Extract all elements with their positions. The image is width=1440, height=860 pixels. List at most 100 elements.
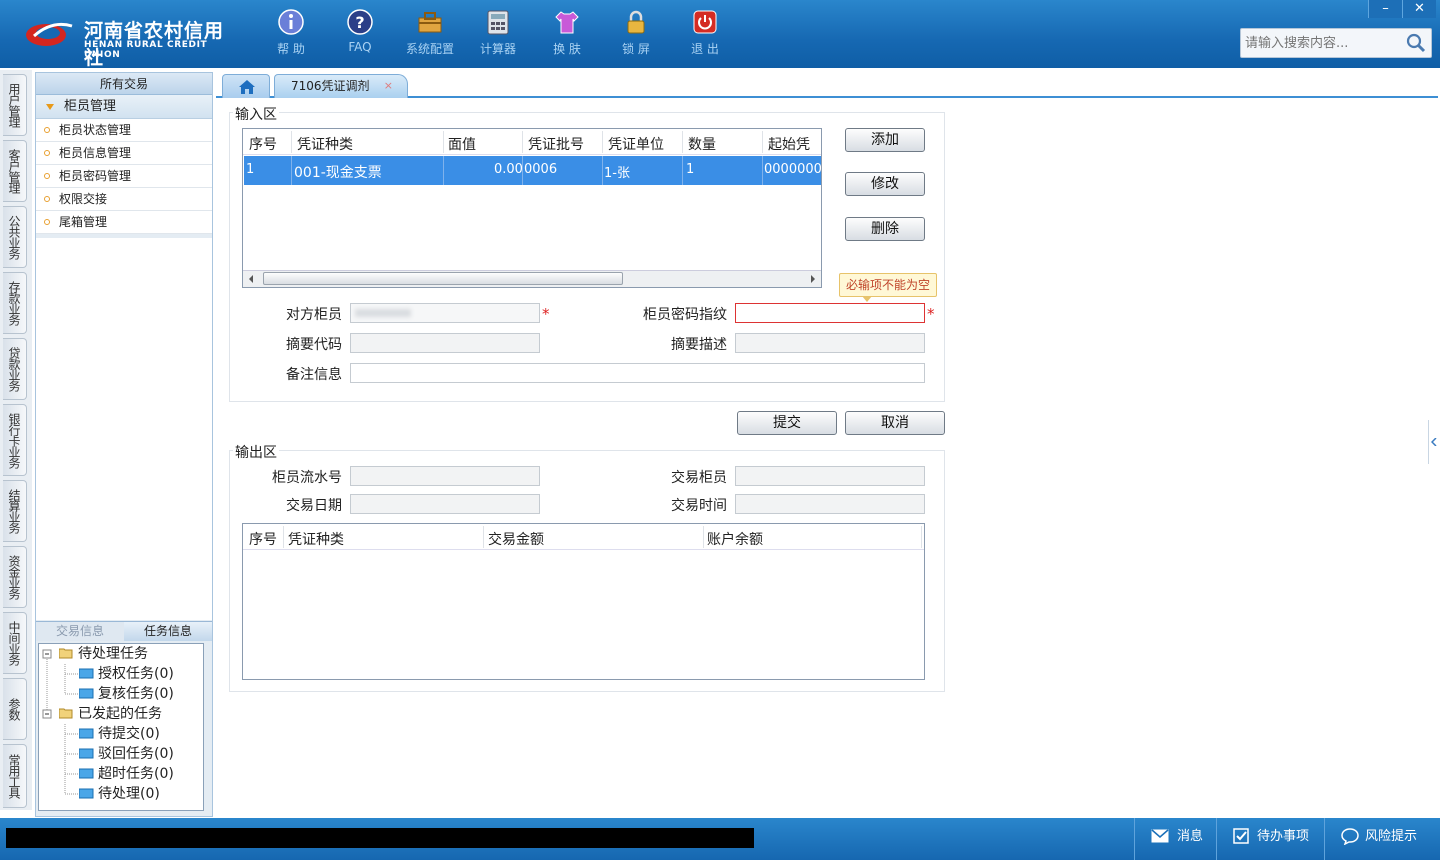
validation-tooltip: 必输项不能为空	[839, 273, 937, 302]
info-tabs: 交易信息 任务信息	[36, 621, 212, 641]
col-voucher-type: 凭证种类	[297, 137, 353, 153]
bullet-icon	[44, 150, 50, 156]
chat-bubble-icon	[1341, 828, 1359, 845]
folder-icon	[79, 728, 94, 739]
nav-item-tail-box[interactable]: 尾箱管理	[36, 211, 212, 234]
vtab-customer-mgmt[interactable]: 客户管理	[3, 140, 27, 202]
help-button[interactable]: 帮 助	[260, 8, 322, 60]
exit-button[interactable]: 退 出	[674, 8, 736, 60]
nav-item-teller-password[interactable]: 柜员密码管理	[36, 165, 212, 188]
tree-node-pending[interactable]: 待处理任务	[59, 644, 148, 664]
task-tree: 待处理任务 授权任务(0) 复核任务(0) 已发起的任务 待提交(0) 驳回任务…	[38, 643, 204, 811]
vtab-common-tools[interactable]: 常用工具	[3, 744, 27, 808]
teller-password-field[interactable]	[735, 303, 925, 323]
summary-desc-field[interactable]	[735, 333, 925, 353]
document-tabs: 7106凭证调剂 ×	[216, 72, 1438, 98]
teller-serial-label: 柜员流水号	[272, 470, 342, 486]
summary-desc-label: 摘要描述	[671, 337, 727, 353]
tree-node-auth-tasks[interactable]: 授权任务(0)	[79, 664, 174, 684]
tab-transaction-info[interactable]: 交易信息	[36, 622, 124, 641]
group-teller-mgmt[interactable]: 柜员管理	[36, 95, 212, 119]
tree-node-to-process[interactable]: 待处理(0)	[79, 784, 160, 804]
info-icon	[278, 9, 304, 35]
scroll-thumb[interactable]	[263, 272, 623, 285]
remark-field[interactable]	[350, 363, 925, 383]
grid-header: 序号 凭证种类 面值 凭证批号 凭证单位 数量 起始凭证	[243, 129, 821, 173]
nav-item-permission-handover[interactable]: 权限交接	[36, 188, 212, 211]
bullet-icon	[44, 173, 50, 179]
vtab-public-business[interactable]: 公共业务	[3, 206, 27, 268]
scroll-right-icon[interactable]	[809, 274, 817, 284]
right-panel-handle[interactable]	[1428, 420, 1438, 464]
folder-icon	[79, 768, 94, 779]
trade-date-field	[350, 494, 540, 514]
trade-teller-label: 交易柜员	[671, 470, 727, 486]
required-mark: *	[542, 305, 550, 323]
messages-button[interactable]: 消息	[1134, 818, 1216, 860]
faq-button[interactable]: ? FAQ	[329, 8, 391, 60]
cancel-button[interactable]: 取消	[845, 411, 945, 435]
search-icon[interactable]	[1405, 32, 1427, 54]
out-col-balance: 账户余额	[707, 532, 763, 548]
tree-node-rejected[interactable]: 驳回任务(0)	[79, 744, 174, 764]
summary-code-field[interactable]	[350, 333, 540, 353]
edit-button[interactable]: 修改	[845, 172, 925, 196]
tree-node-to-submit[interactable]: 待提交(0)	[79, 724, 160, 744]
col-seq: 序号	[249, 137, 277, 153]
expand-arrow-icon	[46, 104, 54, 110]
tree-node-review-tasks[interactable]: 复核任务(0)	[79, 684, 174, 704]
search-input[interactable]	[1241, 29, 1401, 57]
peer-teller-field[interactable]	[350, 303, 540, 323]
horizontal-scrollbar[interactable]	[243, 270, 821, 287]
home-icon	[239, 80, 255, 94]
tab-home[interactable]	[222, 74, 270, 98]
logo-subtitle: HENAN RURAL CREDIT UNION	[84, 40, 208, 60]
vtab-params[interactable]: 参数	[3, 678, 27, 740]
remark-label: 备注信息	[286, 367, 342, 383]
vtab-loan[interactable]: 贷款业务	[3, 338, 27, 400]
all-transactions-title: 所有交易	[36, 73, 212, 95]
calculator-button[interactable]: 计算器	[467, 8, 529, 60]
lock-screen-button[interactable]: 锁 屏	[605, 8, 667, 60]
change-skin-button[interactable]: 换 肤	[536, 8, 598, 60]
tab-close-icon[interactable]: ×	[384, 75, 393, 97]
vtab-bank-card[interactable]: 银行卡业务	[3, 404, 27, 476]
add-button[interactable]: 添加	[845, 128, 925, 152]
minimize-button[interactable]: –	[1368, 0, 1402, 18]
vtab-intermediary[interactable]: 中间业务	[3, 612, 27, 674]
output-grid-header: 序号 凭证种类 交易金额 账户余额	[243, 524, 924, 550]
vtab-settlement[interactable]: 结算业务	[3, 480, 27, 542]
teller-serial-field	[350, 466, 540, 486]
status-bar: 消息 待办事项 风险提示	[0, 818, 1440, 860]
delete-button[interactable]: 删除	[845, 217, 925, 241]
tab-task-info[interactable]: 任务信息	[124, 622, 212, 641]
teller-password-label: 柜员密码指纹	[643, 307, 727, 323]
close-window-button[interactable]: ✕	[1402, 0, 1436, 18]
vtab-funds[interactable]: 资金业务	[3, 546, 27, 608]
folder-open-icon	[59, 708, 73, 719]
table-row[interactable]: 1 001-现金支票 0.00 0006 1-张 1 00000000	[244, 156, 821, 185]
trade-time-label: 交易时间	[671, 498, 727, 514]
svg-text:?: ?	[355, 13, 364, 32]
required-mark: *	[927, 305, 935, 323]
scroll-left-icon[interactable]	[247, 274, 255, 284]
tree-node-initiated[interactable]: 已发起的任务	[59, 704, 162, 724]
left-nav-panel: 所有交易 柜员管理 柜员状态管理 柜员信息管理 柜员密码管理 权限交接 尾箱管理…	[35, 72, 213, 817]
lock-icon	[627, 10, 645, 34]
folder-icon	[79, 668, 94, 679]
risk-alert-button[interactable]: 风险提示	[1324, 818, 1440, 860]
vtab-user-mgmt[interactable]: 用户管理	[3, 74, 27, 136]
nav-item-teller-status[interactable]: 柜员状态管理	[36, 119, 212, 142]
tab-voucher-adjust[interactable]: 7106凭证调剂 ×	[274, 74, 408, 98]
vtab-deposit[interactable]: 存款业务	[3, 272, 27, 334]
tree-node-timeout[interactable]: 超时任务(0)	[79, 764, 174, 784]
trade-time-field	[735, 494, 925, 514]
folder-icon	[79, 688, 94, 699]
calculator-icon	[487, 10, 509, 35]
submit-button[interactable]: 提交	[737, 411, 837, 435]
col-face-value: 面值	[448, 137, 476, 153]
nav-item-teller-info[interactable]: 柜员信息管理	[36, 142, 212, 165]
question-icon: ?	[347, 9, 373, 35]
system-config-button[interactable]: 系统配置	[399, 8, 461, 60]
todo-button[interactable]: 待办事项	[1216, 818, 1324, 860]
